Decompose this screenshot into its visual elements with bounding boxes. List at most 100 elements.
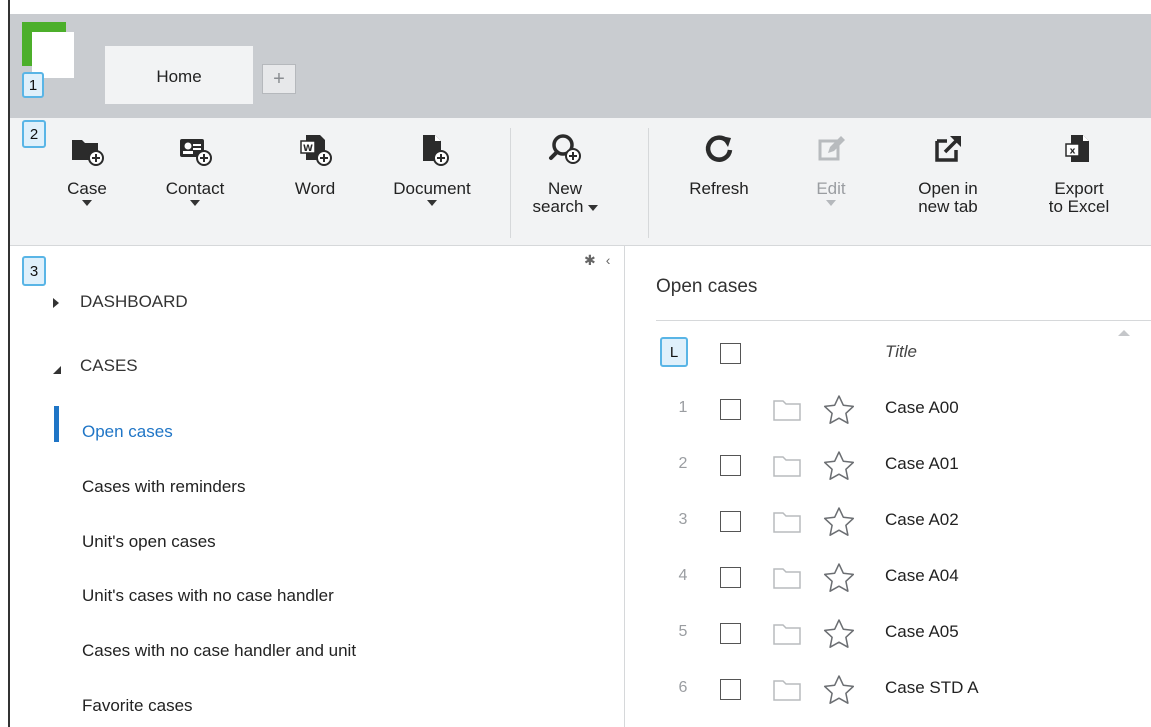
row-title[interactable]: Case A04 <box>885 548 959 604</box>
row-title[interactable]: Case A05 <box>885 604 959 660</box>
chevron-down-icon <box>82 200 92 206</box>
row-checkbox[interactable] <box>720 455 741 476</box>
row-checkbox[interactable] <box>720 399 741 420</box>
row-title[interactable]: Case A02 <box>885 492 959 548</box>
nav-item-cases-with-reminders[interactable]: Cases with reminders <box>82 477 245 497</box>
document-add-icon <box>415 132 449 166</box>
new-document-button[interactable]: Document <box>382 132 482 206</box>
star-icon[interactable] <box>822 506 856 538</box>
table-row[interactable]: 3 Case A02 <box>626 492 1151 548</box>
table-row[interactable]: 1 Case A00 <box>626 380 1151 436</box>
star-icon[interactable] <box>822 394 856 426</box>
row-number: 1 <box>678 399 688 416</box>
row-checkbox[interactable] <box>720 511 741 532</box>
new-word-button[interactable]: W Word <box>280 132 350 198</box>
edit-button[interactable]: Edit <box>806 132 856 206</box>
row-number: 5 <box>678 623 688 640</box>
chevron-down-icon <box>427 200 437 206</box>
new-word-label: Word <box>294 179 336 198</box>
new-search-label: New search <box>532 180 598 216</box>
row-number: 6 <box>678 679 688 696</box>
star-icon[interactable] <box>822 674 856 706</box>
table-row[interactable]: 2 Case A01 <box>626 436 1151 492</box>
case-list-pane: Open cases L Title 1 Case A00 2 Case A01 3 Ca… <box>626 246 1151 727</box>
add-tab-button[interactable]: + <box>262 64 296 94</box>
folder-icon <box>772 454 802 478</box>
row-checkbox[interactable] <box>720 567 741 588</box>
tab-home[interactable]: Home <box>105 46 253 104</box>
nav-item-open-cases[interactable]: Open cases <box>82 422 173 442</box>
chevron-down-icon <box>190 200 200 206</box>
star-icon[interactable] <box>822 562 856 594</box>
select-all-checkbox[interactable] <box>720 343 741 364</box>
edit-icon <box>814 132 848 166</box>
folder-add-icon <box>70 132 104 166</box>
row-checkbox[interactable] <box>720 623 741 644</box>
expand-arrow-icon[interactable] <box>53 298 59 308</box>
row-title[interactable]: Case A01 <box>885 436 959 492</box>
refresh-button[interactable]: Refresh <box>674 132 764 198</box>
star-icon[interactable] <box>822 618 856 650</box>
export-to-excel-label: Export to Excel <box>1048 179 1110 216</box>
row-title[interactable]: Case STD A <box>885 660 979 716</box>
nav-item-units-open-cases[interactable]: Unit's open cases <box>82 532 216 552</box>
new-case-button[interactable]: Case <box>52 132 122 206</box>
ribbon-separator <box>510 128 511 238</box>
row-number: 4 <box>678 567 688 584</box>
tab-home-label: Home <box>156 67 202 86</box>
nav-section-dashboard[interactable]: DASHBOARD <box>80 292 188 312</box>
new-search-button[interactable]: New search <box>530 132 600 216</box>
table-row[interactable]: 6 Case STD A <box>626 660 1151 716</box>
open-in-new-tab-label: Open in new tab <box>918 179 978 216</box>
gear-icon[interactable]: ✱ <box>584 252 596 269</box>
folder-icon <box>772 510 802 534</box>
export-to-excel-button[interactable]: x Export to Excel <box>1034 132 1124 216</box>
row-title[interactable]: Case A00 <box>885 380 959 436</box>
star-icon[interactable] <box>822 450 856 482</box>
folder-icon <box>772 622 802 646</box>
app-logo <box>22 22 74 78</box>
nav-item-units-cases-no-handler[interactable]: Unit's cases with no case handler <box>82 586 334 606</box>
table-row[interactable]: 4 Case A04 <box>626 548 1151 604</box>
table-row[interactable]: 5 Case A05 <box>626 604 1151 660</box>
navigation-pane: ✱ ‹ DASHBOARD CASES Open cases Cases wit… <box>10 246 625 727</box>
contact-card-add-icon <box>178 132 212 166</box>
plus-icon: + <box>273 67 285 90</box>
refresh-label: Refresh <box>689 179 749 198</box>
collapse-arrow-icon[interactable] <box>52 362 62 380</box>
ribbon-separator <box>648 128 649 238</box>
collapse-pane-icon[interactable]: ‹ <box>606 252 611 269</box>
nav-item-favorite-cases[interactable]: Favorite cases <box>82 696 193 716</box>
row-number: 3 <box>678 511 688 528</box>
svg-text:W: W <box>303 144 313 154</box>
list-title: Open cases <box>656 276 758 297</box>
new-case-label: Case <box>67 179 107 198</box>
callout-badge-1: 1 <box>22 72 44 98</box>
ribbon-toolbar: Case Contact W Word Document New search … <box>10 118 1151 246</box>
new-document-label: Document <box>393 179 471 198</box>
excel-export-icon: x <box>1062 132 1096 166</box>
new-contact-button[interactable]: Contact <box>150 132 240 206</box>
refresh-icon <box>702 132 736 166</box>
nav-item-cases-no-handler-unit[interactable]: Cases with no case handler and unit <box>82 641 356 661</box>
chevron-down-icon <box>826 200 836 206</box>
search-add-icon <box>548 132 582 166</box>
open-in-new-tab-button[interactable]: Open in new tab <box>908 132 988 216</box>
callout-badge-l: L <box>660 337 688 367</box>
column-header-title[interactable]: Title <box>885 324 917 380</box>
svg-text:x: x <box>1070 147 1076 157</box>
external-link-icon <box>931 132 965 166</box>
callout-badge-3: 3 <box>22 256 46 286</box>
divider <box>656 320 1151 321</box>
folder-icon <box>772 398 802 422</box>
edit-label: Edit <box>816 179 846 198</box>
folder-icon <box>772 678 802 702</box>
row-checkbox[interactable] <box>720 679 741 700</box>
row-number: 2 <box>678 455 688 472</box>
chevron-down-icon <box>587 205 598 211</box>
folder-icon <box>772 566 802 590</box>
pane-tools: ✱ ‹ <box>584 252 610 269</box>
callout-badge-2: 2 <box>22 120 46 148</box>
nav-section-cases[interactable]: CASES <box>80 356 138 376</box>
list-header-row: L Title <box>626 324 1151 380</box>
